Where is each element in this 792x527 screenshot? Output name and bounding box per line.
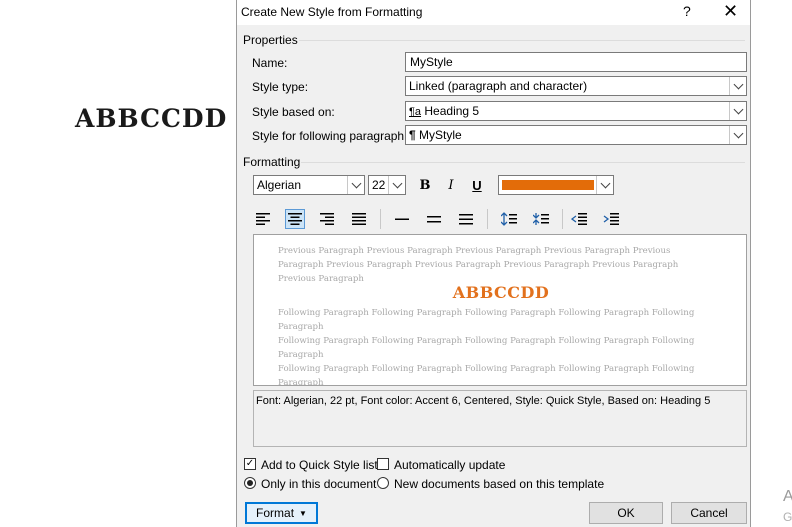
auto-update-checkbox[interactable] (377, 458, 389, 470)
style-type-value: Linked (paragraph and character) (409, 79, 588, 93)
properties-divider (299, 40, 745, 41)
formatting-group-label: Formatting (243, 155, 301, 169)
style-type-dropdown[interactable]: Linked (paragraph and character) (405, 76, 747, 96)
following-paragraph-value: MyStyle (419, 128, 462, 142)
following-paragraph-label: Style for following paragraph: (252, 129, 408, 143)
font-color-dropdown[interactable] (498, 175, 614, 195)
chevron-down-icon[interactable] (347, 176, 364, 194)
justify-icon[interactable] (349, 209, 369, 229)
font-color-swatch (502, 180, 594, 190)
increase-indent-icon[interactable] (601, 209, 621, 229)
decrease-indent-icon[interactable] (569, 209, 589, 229)
caret-down-icon: ▼ (299, 508, 307, 518)
chevron-down-icon[interactable] (388, 176, 405, 194)
ok-button[interactable]: OK (589, 502, 663, 524)
only-this-document-label[interactable]: Only in this document (261, 477, 376, 491)
font-size-dropdown[interactable]: 22 (368, 175, 406, 195)
font-name-value: Algerian (257, 178, 302, 192)
based-on-dropdown[interactable]: ¶a Heading 5 (405, 101, 747, 121)
name-input[interactable]: MyStyle (405, 52, 747, 72)
quick-style-checkbox[interactable]: ✓ (244, 458, 256, 470)
bold-button[interactable]: B (415, 175, 435, 195)
italic-button[interactable]: I (441, 175, 461, 195)
align-right-icon[interactable] (317, 209, 337, 229)
following-paragraph-dropdown[interactable]: ¶ MyStyle (405, 125, 747, 145)
auto-update-label[interactable]: Automatically update (394, 458, 505, 472)
toolbar-separator (562, 209, 563, 229)
only-this-document-radio[interactable] (244, 477, 256, 489)
toolbar-separator (380, 209, 381, 229)
close-button[interactable]: ✕ (723, 1, 738, 22)
style-type-label: Style type: (252, 80, 309, 94)
format-button-label: Format (256, 506, 295, 520)
chevron-down-icon[interactable] (729, 102, 746, 120)
preview-following-line: Following Paragraph Following Paragraph … (278, 308, 695, 332)
paragraph-style-icon: ¶ (409, 128, 416, 142)
align-left-icon[interactable] (253, 209, 273, 229)
formatting-divider (301, 162, 745, 163)
quick-style-label[interactable]: Add to Quick Style list (261, 458, 378, 472)
based-on-label: Style based on: (252, 105, 335, 119)
preview-following-line: Following Paragraph Following Paragraph … (278, 336, 695, 360)
preview-previous-paragraph: Previous Paragraph Previous Paragraph Pr… (278, 246, 679, 284)
style-description: Font: Algerian, 22 pt, Font color: Accen… (253, 390, 747, 447)
cancel-button[interactable]: Cancel (671, 502, 747, 524)
font-name-dropdown[interactable]: Algerian (253, 175, 365, 195)
chevron-down-icon[interactable] (596, 176, 613, 194)
underline-button[interactable]: U (467, 175, 487, 195)
space-before-icon[interactable] (499, 209, 519, 229)
single-spacing-icon[interactable] (392, 209, 412, 229)
toolbar-separator (487, 209, 488, 229)
help-button[interactable]: ? (683, 3, 691, 19)
create-style-dialog: Create New Style from Formatting ? ✕ Pro… (236, 0, 751, 527)
title-bar: Create New Style from Formatting ? ✕ (237, 0, 750, 25)
name-label: Name: (252, 56, 288, 70)
align-center-icon[interactable] (285, 209, 305, 229)
preview-sample-text: ABBCCDD (452, 283, 550, 302)
properties-group-label: Properties (243, 33, 298, 47)
font-size-value: 22 (372, 178, 386, 192)
chevron-down-icon[interactable] (729, 126, 746, 144)
format-button[interactable]: Format ▼ (245, 502, 318, 524)
dialog-title: Create New Style from Formatting (241, 5, 423, 19)
corner-text: A (783, 488, 792, 505)
double-spacing-icon[interactable] (456, 209, 476, 229)
corner-text-small: G (783, 510, 792, 524)
chevron-down-icon[interactable] (729, 77, 746, 95)
space-after-icon[interactable] (531, 209, 551, 229)
linked-style-icon: ¶a (409, 106, 422, 118)
preview-following-line: Following Paragraph Following Paragraph … (278, 364, 695, 386)
style-preview: Previous Paragraph Previous Paragraph Pr… (253, 234, 747, 386)
new-documents-radio[interactable] (377, 477, 389, 489)
based-on-value: Heading 5 (424, 104, 480, 118)
document-text: ABBCCDD (75, 104, 228, 133)
one-half-spacing-icon[interactable] (424, 209, 444, 229)
new-documents-label[interactable]: New documents based on this template (394, 477, 604, 491)
